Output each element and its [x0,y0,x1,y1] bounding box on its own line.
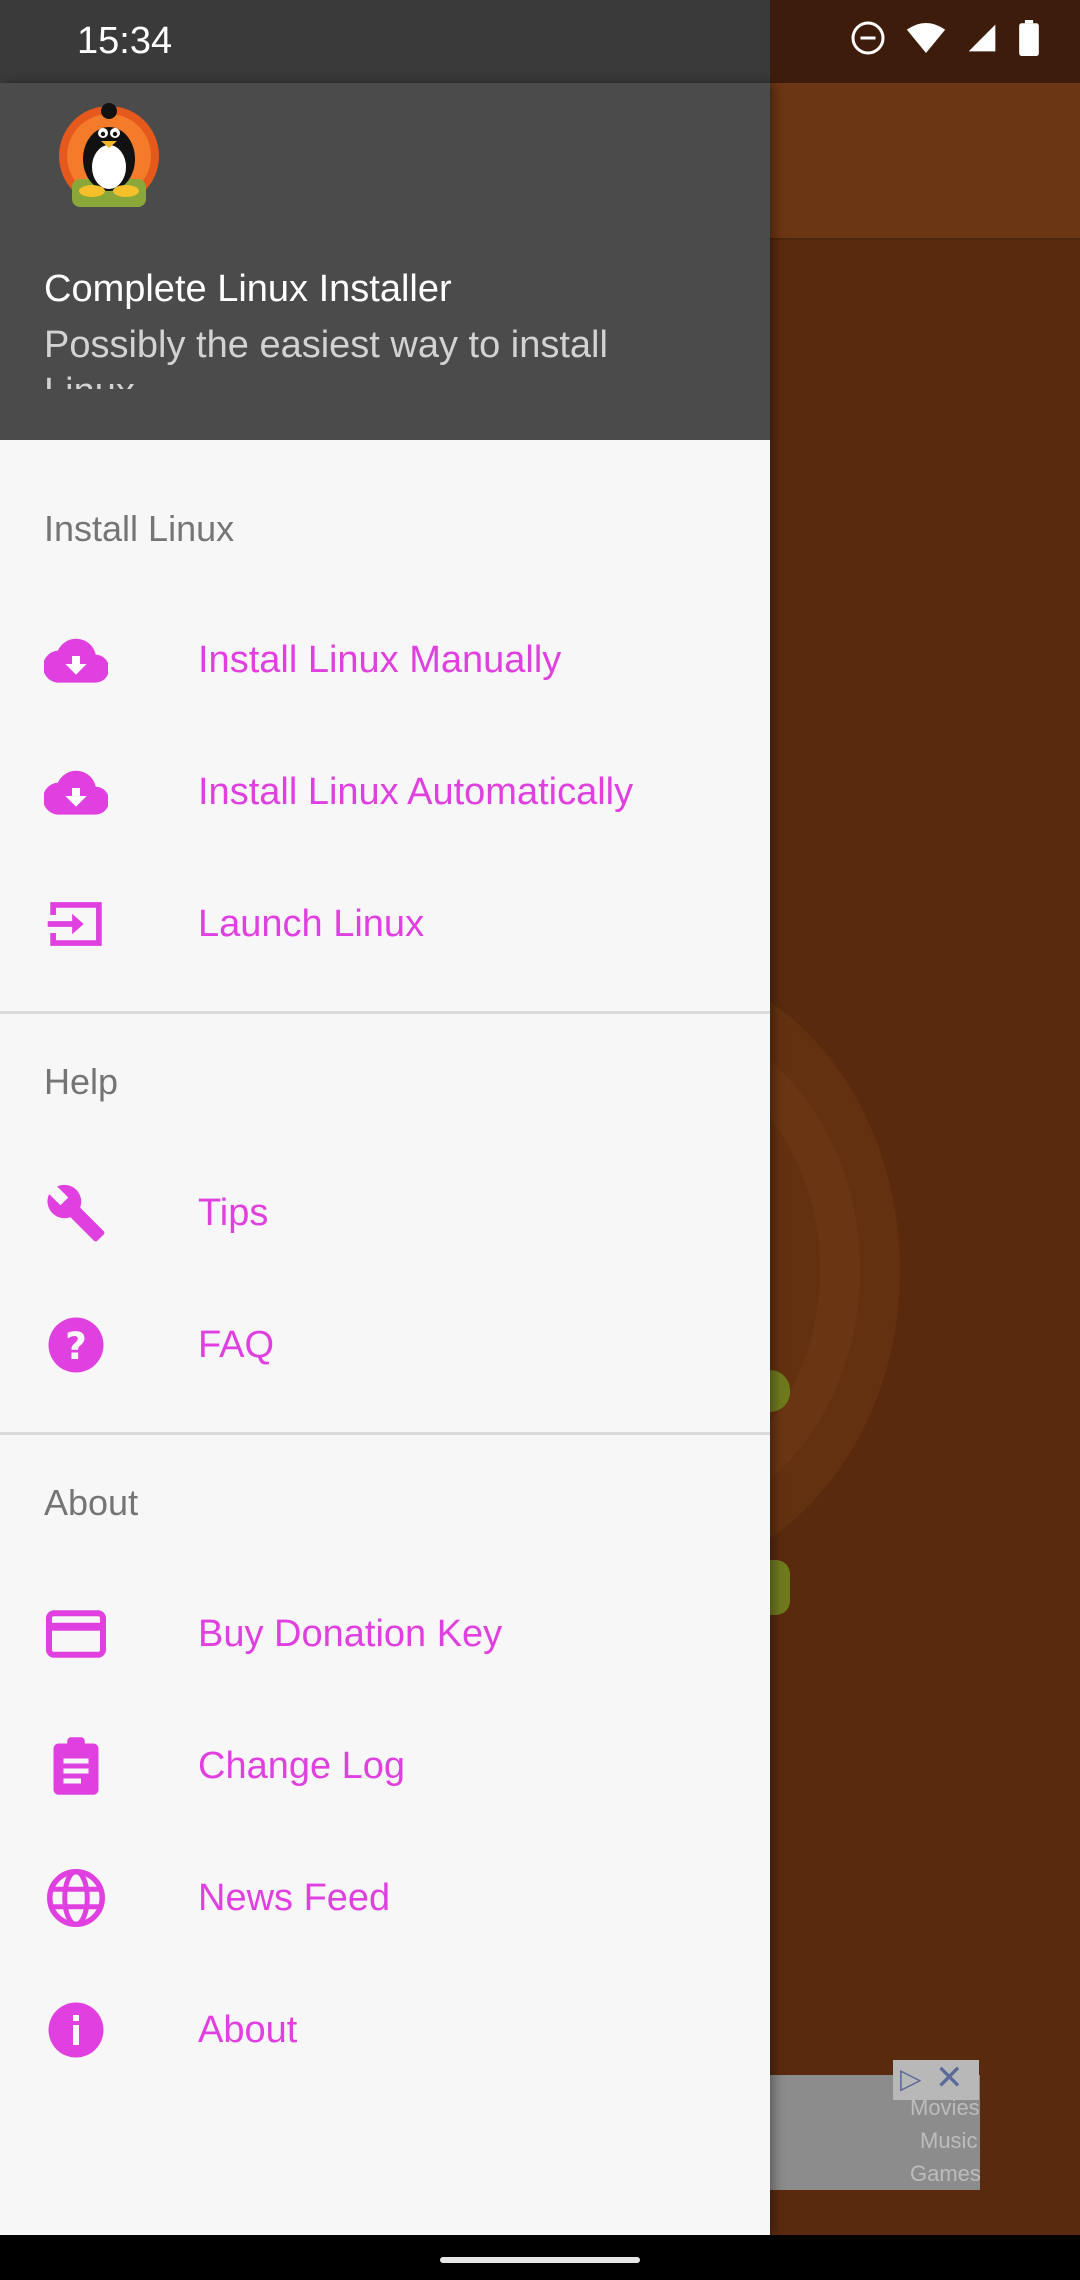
menu-item-about[interactable]: About [0,1965,770,2095]
menu-item-news-feed[interactable]: News Feed [0,1833,770,1963]
ad-line: Games [910,2161,981,2186]
menu-item-buy-donation-key[interactable]: Buy Donation Key [0,1569,770,1699]
section-divider [0,1432,770,1435]
app-logo-icon [56,101,162,211]
drawer-header-title: Complete Linux Installer [44,268,452,310]
ad-choices-icon[interactable]: ▷ [900,2062,922,2095]
cloud-download-icon [44,766,108,818]
drawer-header: Complete Linux Installer Possibly the ea… [0,83,770,440]
menu-label: FAQ [198,1324,275,1366]
ad-close-icon[interactable]: ✕ [935,2058,964,2098]
status-bar: 15:34 [0,0,1080,83]
do-not-disturb-icon [850,20,886,56]
status-icons [850,20,1040,56]
menu-label: Change Log [198,1745,406,1787]
menu-label: Install Linux Manually [198,639,562,681]
menu-label: News Feed [198,1877,391,1919]
wrench-icon [44,1184,108,1242]
cell-signal-icon [966,22,998,54]
drawer-header-subtitle-overflow: Linux [44,373,135,389]
section-title-about: About [44,1482,139,1523]
menu-label: About [198,2009,298,2051]
menu-label: Tips [198,1192,269,1234]
wifi-icon [906,21,946,55]
menu-item-launch-linux[interactable]: Launch Linux [0,859,770,989]
drawer-header-subtitle: Possibly the easiest way to install [44,324,608,366]
globe-icon [44,1869,108,1927]
ad-line: Music [920,2128,978,2153]
section-title-help: Help [44,1061,119,1102]
menu-label: Launch Linux [198,903,425,945]
navigation-drawer: Complete Linux Installer Possibly the ea… [0,83,770,2235]
help-circle-icon: ? [44,1317,108,1373]
menu-label: Buy Donation Key [198,1613,503,1655]
launch-icon [44,898,108,950]
home-gesture-handle[interactable] [440,2257,640,2263]
section-divider [0,1011,770,1014]
credit-card-icon [44,1608,108,1660]
menu-item-tips[interactable]: Tips [0,1148,770,1278]
cloud-download-icon [44,634,108,686]
info-icon [44,2002,108,2058]
section-title-install-linux: Install Linux [44,508,235,549]
menu-item-install-linux-automatically[interactable]: Install Linux Automatically [0,727,770,857]
menu-item-change-log[interactable]: Change Log [0,1701,770,1831]
svg-text:?: ? [65,1324,87,1368]
battery-icon [1018,20,1040,56]
clipboard-icon [44,1737,108,1795]
menu-label: Install Linux Automatically [198,771,634,813]
menu-item-install-linux-manually[interactable]: Install Linux Manually [0,595,770,725]
status-time: 15:34 [77,20,173,62]
menu-item-faq[interactable]: ? FAQ [0,1280,770,1410]
